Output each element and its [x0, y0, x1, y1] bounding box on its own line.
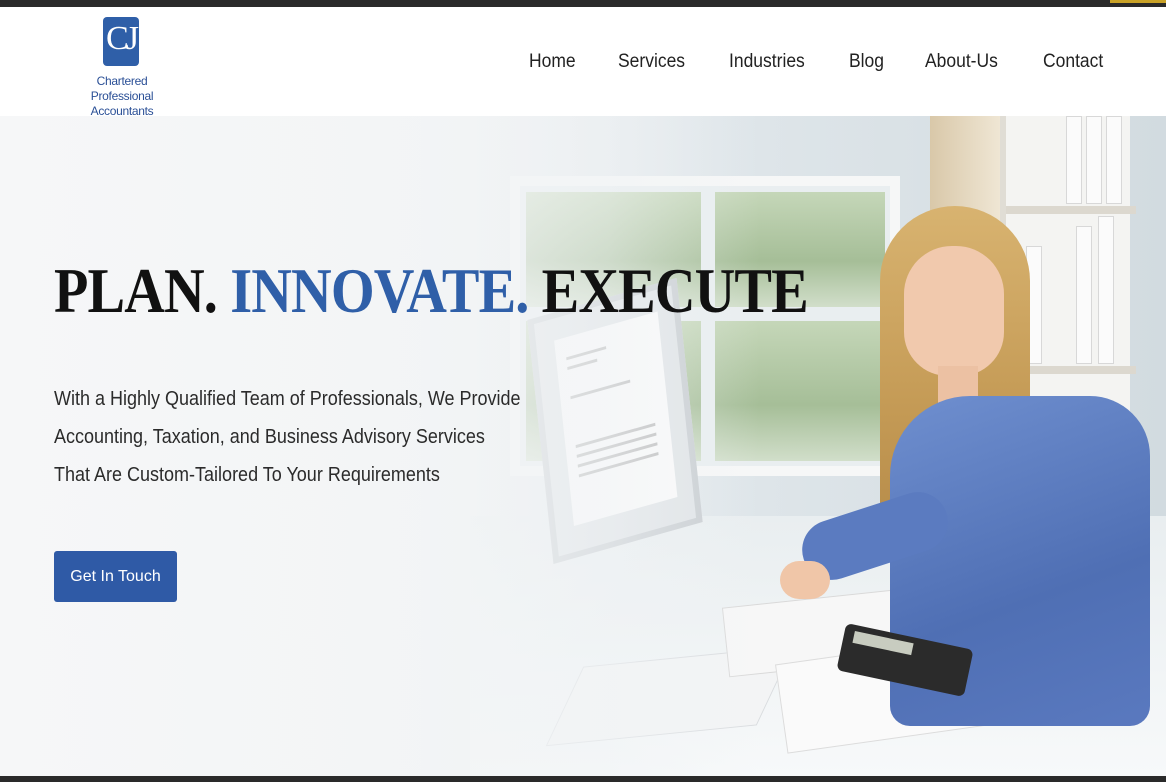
smiling-woman	[780, 206, 1160, 776]
face	[904, 246, 1004, 376]
logo-initials: CJ	[106, 20, 139, 57]
nav-contact[interactable]: Contact	[1043, 51, 1103, 73]
logo-line-1: Chartered Professional	[90, 74, 154, 103]
hero-subtext: With a Highly Qualified Team of Professi…	[54, 388, 521, 486]
nav-industries[interactable]: Industries	[729, 51, 805, 73]
top-border	[0, 0, 1166, 7]
headline-plan: PLAN.	[54, 255, 218, 326]
top-accent	[1110, 0, 1166, 3]
binder	[1106, 116, 1122, 204]
bottom-border	[0, 776, 1166, 782]
site-header: CJ Chartered Professional Accountants Ho…	[0, 7, 1166, 118]
hero-section: PLAN. INNOVATE. EXECUTE With a Highly Qu…	[0, 116, 1166, 776]
hand	[780, 561, 830, 599]
headline-innovate: INNOVATE.	[230, 255, 529, 326]
get-in-touch-button[interactable]: Get In Touch	[54, 551, 177, 602]
nav-about-us[interactable]: About-Us	[925, 51, 998, 73]
headline-execute: EXECUTE	[541, 255, 809, 326]
main-nav: Home Services Industries Blog About-Us C…	[529, 51, 1108, 73]
logo-mark: CJ	[103, 17, 139, 66]
binder	[1086, 116, 1102, 204]
nav-blog[interactable]: Blog	[849, 51, 884, 73]
logo-text: Chartered Professional Accountants	[64, 74, 180, 119]
site-logo[interactable]: CJ Chartered Professional Accountants	[64, 17, 180, 118]
hero-headline: PLAN. INNOVATE. EXECUTE	[54, 254, 809, 328]
nav-services[interactable]: Services	[618, 51, 685, 73]
binder	[1066, 116, 1082, 204]
calculator-screen	[852, 630, 914, 656]
nav-home[interactable]: Home	[529, 51, 576, 73]
